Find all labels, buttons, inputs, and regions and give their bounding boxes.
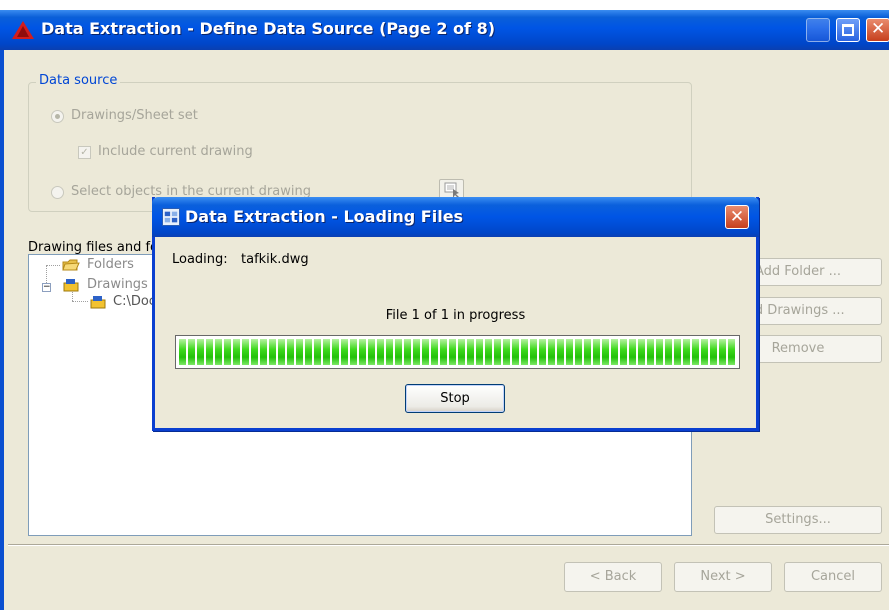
autocad-icon [12, 21, 34, 39]
select-objects-radio[interactable] [51, 186, 64, 199]
progress-bar-fill [179, 339, 736, 365]
close-icon[interactable]: ✕ [725, 205, 749, 229]
tree-collapse-toggle[interactable]: − [42, 283, 51, 292]
progress-status-text: File 1 of 1 in progress [385, 308, 526, 323]
include-current-drawing-checkbox[interactable]: ✓ [78, 146, 91, 159]
drawings-sheet-set-radio[interactable] [51, 110, 64, 123]
drawing-file-icon [90, 296, 106, 309]
tree-item-path[interactable]: C:\Doc [113, 294, 156, 309]
next-button[interactable]: Next > [674, 562, 772, 592]
drawing-files-label: Drawing files and fo [28, 240, 159, 255]
tree-connector [72, 301, 88, 302]
loading-files-dialog: Data Extraction - Loading Files ✕ Loadin… [152, 197, 759, 431]
include-current-drawing-label: Include current drawing [98, 144, 253, 159]
minimize-icon[interactable] [806, 18, 830, 42]
folder-icon [62, 259, 80, 271]
loading-file-name: tafkik.dwg [241, 252, 309, 267]
cancel-button[interactable]: Cancel [784, 562, 882, 592]
drawings-sheet-set-label: Drawings/Sheet set [71, 108, 198, 123]
tree-item-drawings[interactable]: Drawings [87, 277, 148, 292]
main-window-title: Data Extraction - Define Data Source (Pa… [41, 19, 496, 38]
main-title-bar[interactable]: Data Extraction - Define Data Source (Pa… [0, 10, 889, 50]
back-button[interactable]: < Back [564, 562, 662, 592]
tree-connector [46, 265, 60, 266]
progress-bar [175, 335, 740, 369]
drawing-file-icon [63, 279, 79, 292]
settings-button[interactable]: Settings... [714, 506, 882, 534]
footer-divider [8, 544, 889, 546]
maximize-icon[interactable] [836, 18, 860, 42]
data-source-legend: Data source [36, 73, 121, 88]
tree-item-folders[interactable]: Folders [87, 257, 134, 272]
dialog-title-bar[interactable]: Data Extraction - Loading Files ✕ [152, 197, 759, 237]
dialog-title: Data Extraction - Loading Files [185, 207, 464, 226]
close-icon[interactable]: ✕ [866, 18, 889, 42]
loading-label: Loading: [172, 252, 228, 267]
data-extraction-icon [162, 208, 180, 226]
stop-button[interactable]: Stop [405, 384, 505, 413]
